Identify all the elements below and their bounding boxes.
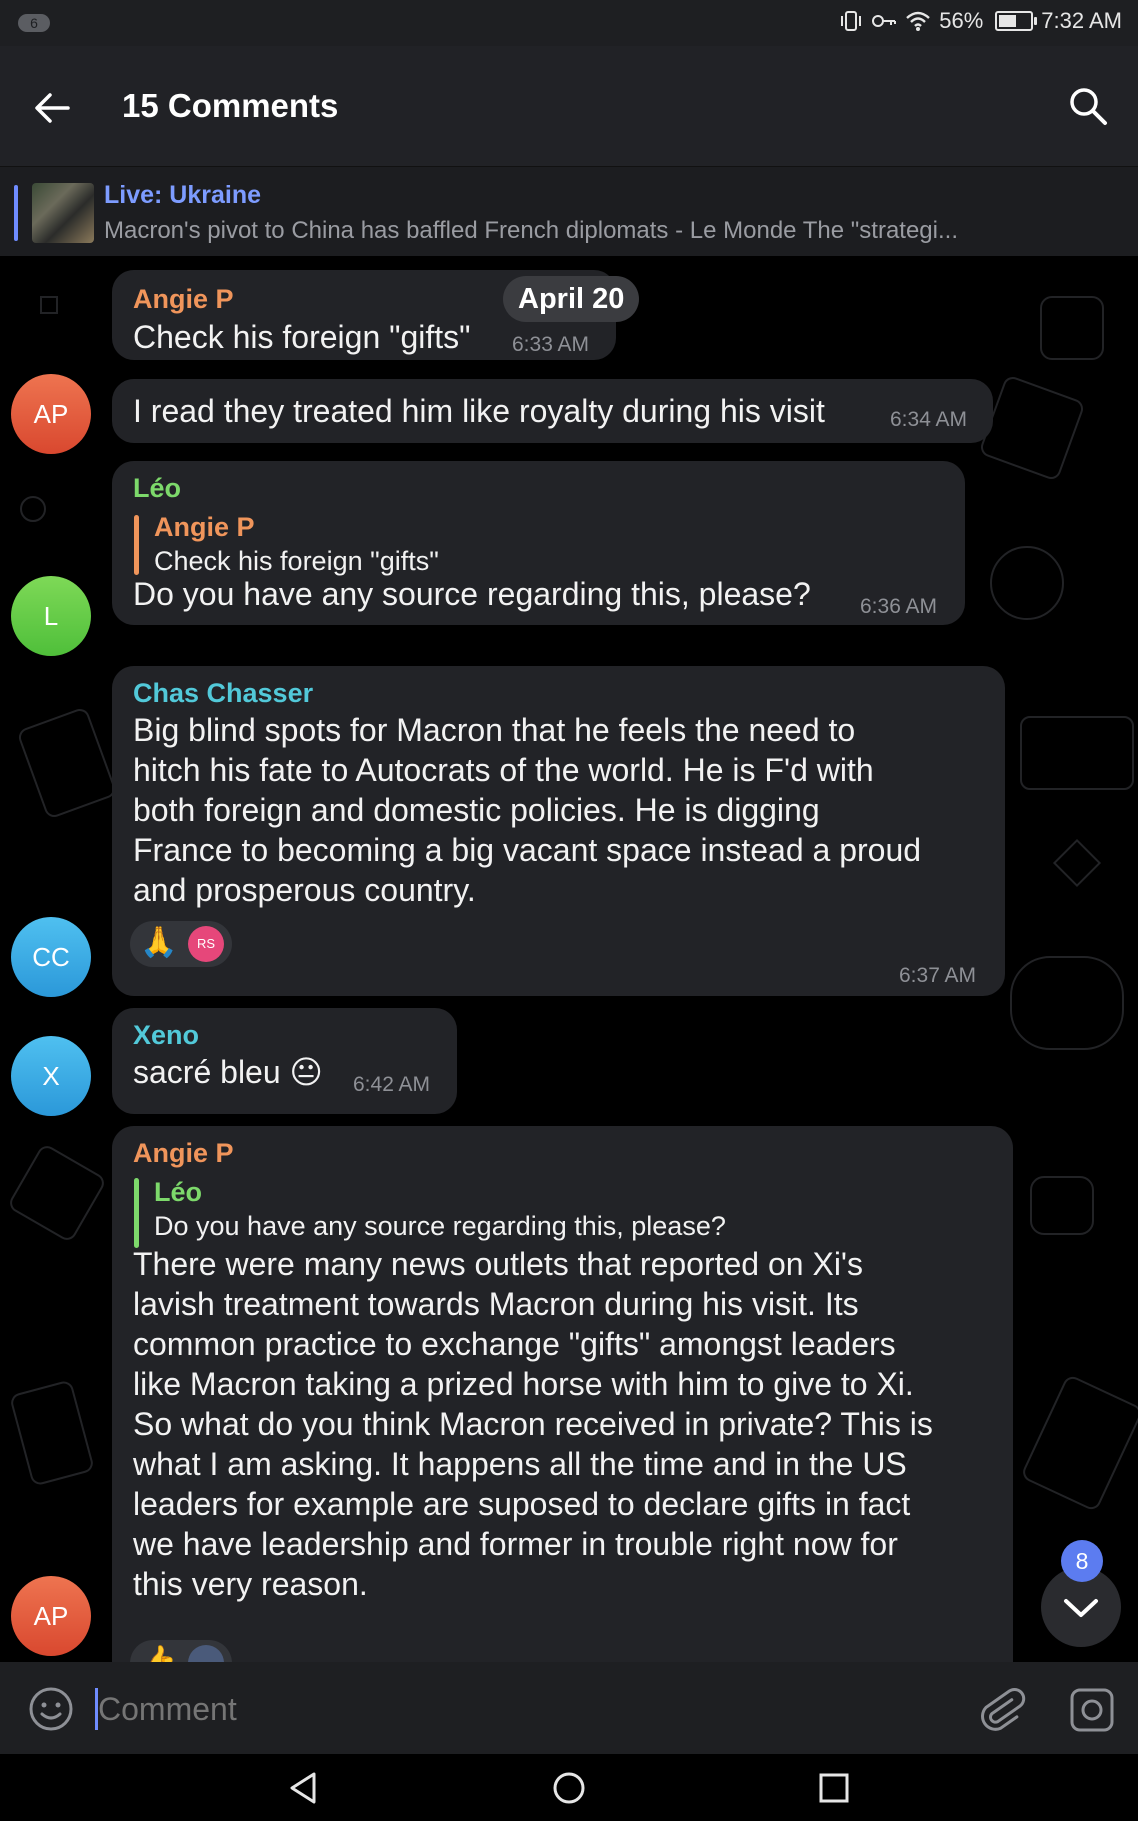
comment-text: Do you have any source regarding this, p… <box>133 576 811 612</box>
comment-author[interactable]: Chas Chasser <box>133 678 313 709</box>
pinned-thumbnail <box>32 183 94 243</box>
comment-text: hitch his fate to Autocrats of the world… <box>133 752 874 788</box>
comments-list[interactable]: Angie P Check his foreign "gifts" 6:33 A… <box>0 256 1138 1662</box>
comment-bubble[interactable]: Chas Chasser Big blind spots for Macron … <box>112 666 1005 996</box>
pinned-preview-text: Macron's pivot to China has baffled Fren… <box>104 217 958 244</box>
notification-count-badge: 6 <box>18 14 50 32</box>
comment-time: 6:34 AM <box>890 408 968 431</box>
reply-accent-bar <box>134 1178 139 1248</box>
avatar[interactable]: X <box>11 1036 91 1116</box>
reply-author: Léo <box>154 1177 203 1207</box>
comment-text: So what do you think Macron received in … <box>133 1406 933 1442</box>
avatar[interactable]: L <box>11 576 91 656</box>
battery-level <box>999 15 1017 27</box>
background-pattern <box>16 706 118 820</box>
clock: 7:32 AM <box>1041 8 1122 33</box>
page-title: 15 Comments <box>122 87 339 124</box>
comment-text: There were many news outlets that report… <box>133 1246 864 1282</box>
background-pattern <box>1010 956 1124 1050</box>
comment-text: common practice to exchange "gifts" amon… <box>133 1326 896 1362</box>
comment-text: Big blind spots for Macron that he feels… <box>133 712 856 748</box>
unread-count-badge: 8 <box>1061 1540 1103 1582</box>
reply-text: Check his foreign "gifts" <box>154 546 439 576</box>
comment-text: I read they treated him like royalty dur… <box>133 393 825 429</box>
reaction-emoji: 🙏 <box>140 926 178 959</box>
reaction-chip[interactable]: 🙏 RS <box>130 921 232 967</box>
comment-text: France to becoming a big vacant space in… <box>133 832 922 868</box>
camera-icon[interactable] <box>1068 1686 1116 1734</box>
reaction-emoji: 👍 <box>140 1645 178 1662</box>
background-pattern <box>6 1142 108 1244</box>
comment-bubble[interactable]: Xeno sacré bleu 😐 6:42 AM <box>112 1008 457 1114</box>
nav-home-icon[interactable] <box>549 1768 589 1808</box>
background-pattern <box>8 1379 96 1487</box>
background-pattern <box>1019 1373 1138 1513</box>
reply-text: Do you have any source regarding this, p… <box>154 1211 726 1241</box>
background-pattern <box>40 296 58 314</box>
emoji-icon[interactable] <box>28 1686 74 1732</box>
reply-accent-bar <box>134 515 139 575</box>
comment-time: 6:33 AM <box>512 333 590 356</box>
comment-bubble[interactable]: Angie P Léo Do you have any source regar… <box>112 1126 1013 1662</box>
avatar[interactable]: AP <box>11 1576 91 1656</box>
reply-author: Angie P <box>154 512 255 542</box>
reactor-avatar: RS <box>188 926 224 962</box>
comment-author[interactable]: Léo <box>133 473 181 504</box>
comment-time: 6:37 AM <box>899 964 977 987</box>
status-bar: 6 56% 7:32 AM <box>0 0 1138 46</box>
pinned-title: Live: Ukraine <box>104 181 262 209</box>
avatar[interactable]: AP <box>11 374 91 454</box>
comment-text: both foreign and domestic policies. He i… <box>133 792 820 828</box>
pinned-accent-bar <box>14 185 18 241</box>
background-pattern <box>990 546 1064 620</box>
system-navigation-bar <box>0 1754 1138 1821</box>
wifi-icon <box>906 11 931 31</box>
nav-recents-icon[interactable] <box>814 1768 854 1808</box>
background-pattern <box>1030 1176 1094 1235</box>
date-divider: April 20 <box>503 276 640 322</box>
pinned-message[interactable]: Live: Ukraine Macron's pivot to China ha… <box>0 166 1138 257</box>
battery-percent: 56% <box>939 8 984 33</box>
top-app-bar: 15 Comments <box>0 46 1138 166</box>
comment-input[interactable] <box>98 1686 948 1732</box>
comment-bubble[interactable]: Léo Angie P Check his foreign "gifts" Do… <box>112 461 965 625</box>
background-pattern <box>978 374 1086 482</box>
nav-back-icon[interactable] <box>284 1768 324 1808</box>
background-pattern <box>1040 296 1104 360</box>
comment-text: what I am asking. It happens all the tim… <box>133 1446 907 1482</box>
comment-composer <box>0 1662 1138 1754</box>
background-pattern <box>1052 838 1102 888</box>
status-icons: 56% 7:32 AM <box>839 8 1122 34</box>
comment-author[interactable]: Angie P <box>133 1138 234 1169</box>
comment-time: 6:36 AM <box>860 595 938 618</box>
reaction-chip[interactable]: 👍 <box>130 1640 232 1662</box>
key-icon <box>872 15 897 27</box>
comment-text: leaders for example are suposed to decla… <box>133 1486 911 1522</box>
paperclip-icon[interactable] <box>976 1684 1026 1734</box>
vibrate-icon <box>841 11 862 31</box>
comment-bubble[interactable]: I read they treated him like royalty dur… <box>112 379 993 443</box>
reactor-avatar <box>188 1645 224 1662</box>
comment-text: we have leadership and former in trouble… <box>133 1526 898 1562</box>
comment-text: Check his foreign "gifts" <box>133 319 471 355</box>
comment-author[interactable]: Xeno <box>133 1020 199 1051</box>
background-pattern <box>20 496 46 522</box>
search-icon[interactable] <box>1066 84 1110 128</box>
avatar[interactable]: CC <box>11 917 91 997</box>
comment-text: lavish treatment towards Macron during h… <box>133 1286 859 1322</box>
comment-text: and prosperous country. <box>133 872 476 908</box>
background-pattern <box>1020 716 1134 790</box>
comment-time: 6:42 AM <box>353 1073 431 1096</box>
comment-text: sacré bleu 😐 <box>133 1054 323 1090</box>
comment-text: like Macron taking a prized horse with h… <box>133 1366 914 1402</box>
comment-text: this very reason. <box>133 1566 368 1602</box>
back-arrow-icon[interactable] <box>30 86 74 130</box>
comment-author[interactable]: Angie P <box>133 284 234 315</box>
battery-icon <box>995 11 1038 31</box>
